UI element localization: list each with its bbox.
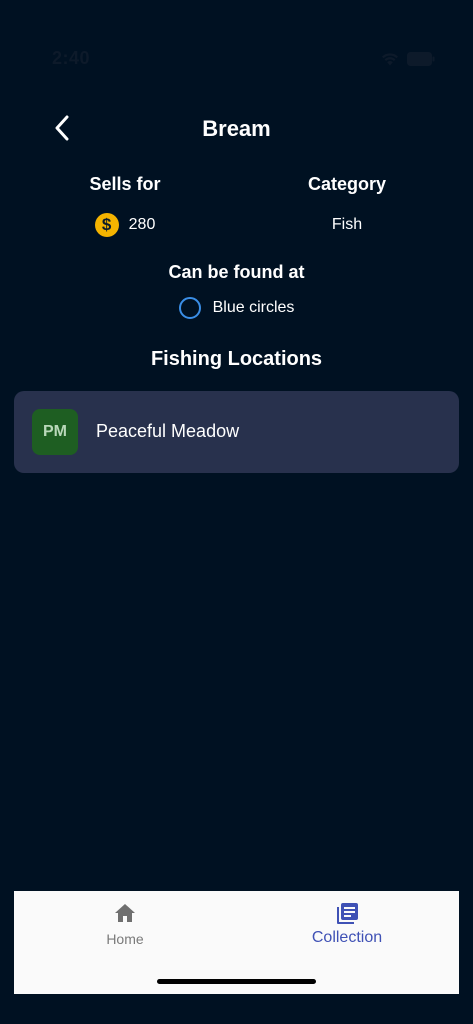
found-value: Blue circles <box>212 299 295 316</box>
home-icon <box>50 901 200 927</box>
category-label: Category <box>307 174 387 194</box>
location-name: Peaceful Meadow <box>96 421 240 441</box>
wifi-icon <box>381 52 399 66</box>
category-section: Category Fish <box>247 174 447 238</box>
status-icons <box>381 52 435 66</box>
nav-home-label: Home <box>106 931 144 947</box>
sells-for-value-row: $ 280 <box>25 212 225 238</box>
sells-for-label: Sells for <box>89 174 161 194</box>
category-value-row: Fish <box>247 212 447 238</box>
bottom-nav: Home Collection <box>14 891 459 994</box>
category-value: Fish <box>331 216 363 233</box>
header: Bream <box>0 108 473 152</box>
status-bar: 2:40 <box>0 44 473 74</box>
info-row: Sells for $ 280 Category Fish <box>0 174 473 244</box>
location-card[interactable]: PM Peaceful Meadow <box>14 391 459 473</box>
screen: 2:40 Bream Sells for $ 280 Category Fish… <box>0 0 473 1024</box>
battery-icon <box>407 52 435 66</box>
status-time: 2:40 <box>52 48 91 68</box>
nav-home[interactable]: Home <box>50 901 200 947</box>
collection-icon <box>272 901 422 927</box>
nav-collection[interactable]: Collection <box>272 901 422 947</box>
blue-circle-icon <box>178 297 201 319</box>
found-section: Can be found at Blue circles <box>0 262 473 319</box>
found-heading: Can be found at <box>168 262 305 282</box>
location-avatar: PM <box>32 409 78 455</box>
locations-heading: Fishing Locations <box>150 348 323 370</box>
nav-collection-label: Collection <box>311 929 383 946</box>
home-indicator <box>157 979 316 984</box>
coin-icon: $ <box>94 213 119 237</box>
sells-for-section: Sells for $ 280 <box>25 174 225 238</box>
sells-for-value: 280 <box>128 216 156 233</box>
found-value-row: Blue circles <box>0 297 473 319</box>
page-title: Bream <box>202 116 271 141</box>
